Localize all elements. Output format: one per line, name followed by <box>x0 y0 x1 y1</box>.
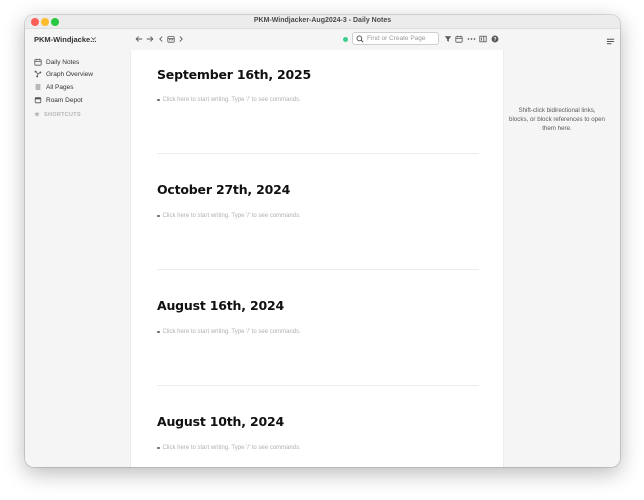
daily-notes-main[interactable]: September 16th, 2025 Click here to start… <box>130 50 504 467</box>
block-placeholder[interactable]: Click here to start writing. Type '/' to… <box>157 445 301 451</box>
note-divider <box>157 385 479 386</box>
note-divider <box>157 153 479 154</box>
calendar-icon[interactable] <box>454 34 464 44</box>
calendar-icon <box>34 58 42 66</box>
graph-icon <box>34 70 42 78</box>
forward-arrow-button[interactable] <box>145 34 155 44</box>
note-divider <box>157 269 479 270</box>
graph-switcher[interactable]: PKM-Windjacke... <box>34 35 96 44</box>
daily-note-title[interactable]: August 10th, 2024 <box>157 414 284 429</box>
bullet-icon <box>157 214 160 218</box>
sync-status-indicator <box>343 37 348 42</box>
daily-note-title[interactable]: September 16th, 2025 <box>157 67 311 82</box>
star-icon <box>34 111 40 119</box>
search-input[interactable] <box>367 35 437 42</box>
next-day-button[interactable] <box>176 34 186 44</box>
back-arrow-button[interactable] <box>134 34 144 44</box>
sidebar-item-daily-notes[interactable]: Daily Notes <box>34 57 79 67</box>
sidebar-item-label: Graph Overview <box>46 70 93 78</box>
sidebar-item-label: All Pages <box>46 83 74 91</box>
shortcuts-header: SHORTCUTS <box>34 111 81 119</box>
sidebar-item-all-pages[interactable]: All Pages <box>34 82 73 92</box>
bullet-icon <box>157 446 160 450</box>
search-icon <box>356 30 364 48</box>
sidebar-item-graph-overview[interactable]: Graph Overview <box>34 69 93 79</box>
sidebar-item-label: Daily Notes <box>46 58 80 66</box>
sidebar-item-roam-depot[interactable]: Roam Depot <box>34 95 83 105</box>
previous-day-button[interactable] <box>156 34 166 44</box>
toggle-right-sidebar-icon[interactable] <box>478 34 488 44</box>
list-icon <box>34 83 42 91</box>
title-bar: PKM-Windjacker-Aug2024-3 - Daily Notes <box>25 15 620 29</box>
svg-text:?: ? <box>493 37 496 43</box>
bullet-icon <box>157 330 160 334</box>
calendar-picker-button[interactable] <box>166 34 176 44</box>
block-placeholder[interactable]: Click here to start writing. Type '/' to… <box>157 329 301 335</box>
bullet-icon <box>157 98 160 102</box>
window-title: PKM-Windjacker-Aug2024-3 - Daily Notes <box>253 17 392 24</box>
sidebar-menu-icon[interactable] <box>606 33 616 45</box>
block-placeholder[interactable]: Click here to start writing. Type '/' to… <box>157 213 301 219</box>
help-icon[interactable]: ? <box>490 34 500 44</box>
daily-note-title[interactable]: October 27th, 2024 <box>157 182 290 197</box>
app-window: PKM-Windjacker-Aug2024-3 - Daily Notes P… <box>25 15 620 467</box>
block-placeholder[interactable]: Click here to start writing. Type '/' to… <box>157 97 301 103</box>
right-sidebar-hint: Shift-click bidirectional links, blocks,… <box>509 107 605 132</box>
filter-icon[interactable] <box>443 34 453 44</box>
more-options-icon[interactable] <box>466 34 476 44</box>
depot-icon <box>34 96 42 104</box>
sidebar-item-label: Roam Depot <box>46 96 83 104</box>
daily-note-title[interactable]: August 16th, 2024 <box>157 298 284 313</box>
search-box[interactable] <box>352 32 439 45</box>
chevron-down-icon[interactable] <box>90 35 97 44</box>
